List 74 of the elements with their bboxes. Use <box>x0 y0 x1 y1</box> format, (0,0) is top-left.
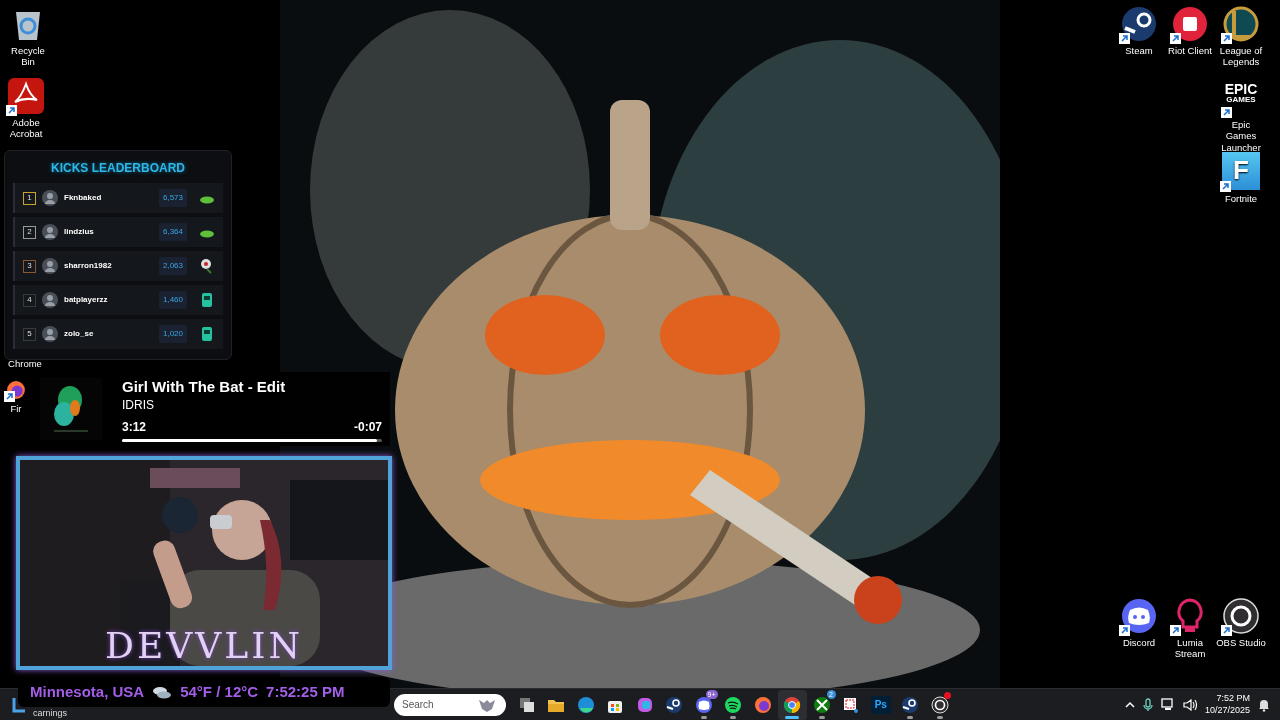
rank-number: 3 <box>23 259 36 273</box>
desktop-icon[interactable]: EPIC GAMES Epic Games Launcher <box>1216 80 1266 154</box>
taskbar-app-button[interactable] <box>777 689 807 720</box>
app-icon: F <box>1222 152 1260 190</box>
kick-count: 6,364 <box>158 223 187 241</box>
taskbar-app-button[interactable]: Ps <box>866 689 896 720</box>
streamer-logo: DEVVLIN <box>104 628 304 664</box>
desktop-icon[interactable]: Fir <box>4 380 28 415</box>
avatar <box>42 292 58 308</box>
temperature-text: 54°F / 12°C <box>180 681 259 702</box>
desktop-icon[interactable]: Adobe Acrobat <box>1 78 51 140</box>
app-icon <box>1121 598 1157 634</box>
desktop-icon[interactable]: Steam <box>1114 6 1164 57</box>
clock-text: 7:52:25 PM <box>266 681 345 702</box>
artist-name: IDRIS <box>122 397 155 414</box>
elapsed-time: 3:12 <box>122 419 147 436</box>
rank-number: 1 <box>23 191 36 205</box>
user-name: zolo_se <box>64 328 95 340</box>
app-icon <box>1223 598 1259 634</box>
app-icon <box>812 695 831 714</box>
avatar <box>42 258 58 274</box>
kick-count: 1,020 <box>158 325 187 343</box>
app-icon <box>1121 6 1157 42</box>
app-icon <box>753 695 772 714</box>
app-icon: Ps <box>870 695 891 714</box>
rank-number: 4 <box>23 293 36 307</box>
desktop-icon[interactable]: Lumia Stream <box>1165 598 1215 660</box>
app-icon <box>783 695 802 714</box>
desktop-icon[interactable]: Recycle Bin <box>3 6 53 68</box>
app-icon <box>665 695 684 714</box>
desktop-icon[interactable]: OBS Studio <box>1216 598 1266 649</box>
robot-icon <box>199 326 215 342</box>
app-icon: EPIC GAMES <box>1223 80 1259 105</box>
network-icon[interactable] <box>1160 698 1175 711</box>
song-title: Girl With The Bat - Edit <box>122 378 287 396</box>
user-name: sharron1982 <box>64 260 113 272</box>
user-name: batplayerzz <box>64 294 109 306</box>
desktop-icon[interactable]: Chrome <box>0 358 50 370</box>
robot-icon <box>199 292 215 308</box>
cloud-icon <box>152 685 173 699</box>
desktop-icon[interactable]: Discord <box>1114 598 1164 649</box>
chevron-up-icon[interactable] <box>1124 700 1135 709</box>
leaderboard-title: KICKS LEADERBOARD <box>50 160 186 177</box>
pdf-icon <box>8 78 44 114</box>
avatar <box>42 224 58 240</box>
user-name: lindzius <box>64 226 95 238</box>
app-icon <box>1223 6 1259 42</box>
app-icon <box>930 695 949 714</box>
rank-number: 5 <box>23 327 36 341</box>
app-icon <box>694 695 713 714</box>
desktop-icon[interactable]: F Fortnite <box>1216 152 1266 205</box>
widget-icon[interactable] <box>12 696 26 713</box>
microphone-icon[interactable] <box>1142 697 1153 712</box>
user-name: Fknbaked <box>64 192 103 204</box>
app-icon <box>576 695 595 714</box>
location-text: Minnesota, USA <box>30 681 145 702</box>
kick-count: 2,063 <box>158 257 187 275</box>
avatar <box>42 326 58 342</box>
volume-icon[interactable] <box>1182 698 1197 711</box>
scissors-icon <box>842 695 861 714</box>
app-icon <box>635 695 654 714</box>
desktop-icon[interactable]: Riot Client <box>1165 6 1215 57</box>
avatar <box>42 190 58 206</box>
kick-count: 6,573 <box>158 189 187 207</box>
rank-number: 2 <box>23 225 36 239</box>
app-icon <box>901 695 920 714</box>
search-bar[interactable]: Search <box>394 693 506 716</box>
widget-label: carnings <box>33 706 68 720</box>
desktop-icon[interactable]: League of Legends <box>1216 6 1266 68</box>
kick-count: 1,460 <box>158 291 187 309</box>
app-icon <box>724 695 743 714</box>
clock[interactable]: 7:52 PM 10/27/2025 <box>1204 693 1250 716</box>
search-input[interactable]: Search <box>402 697 478 712</box>
notification-bell-icon[interactable] <box>1258 697 1270 712</box>
